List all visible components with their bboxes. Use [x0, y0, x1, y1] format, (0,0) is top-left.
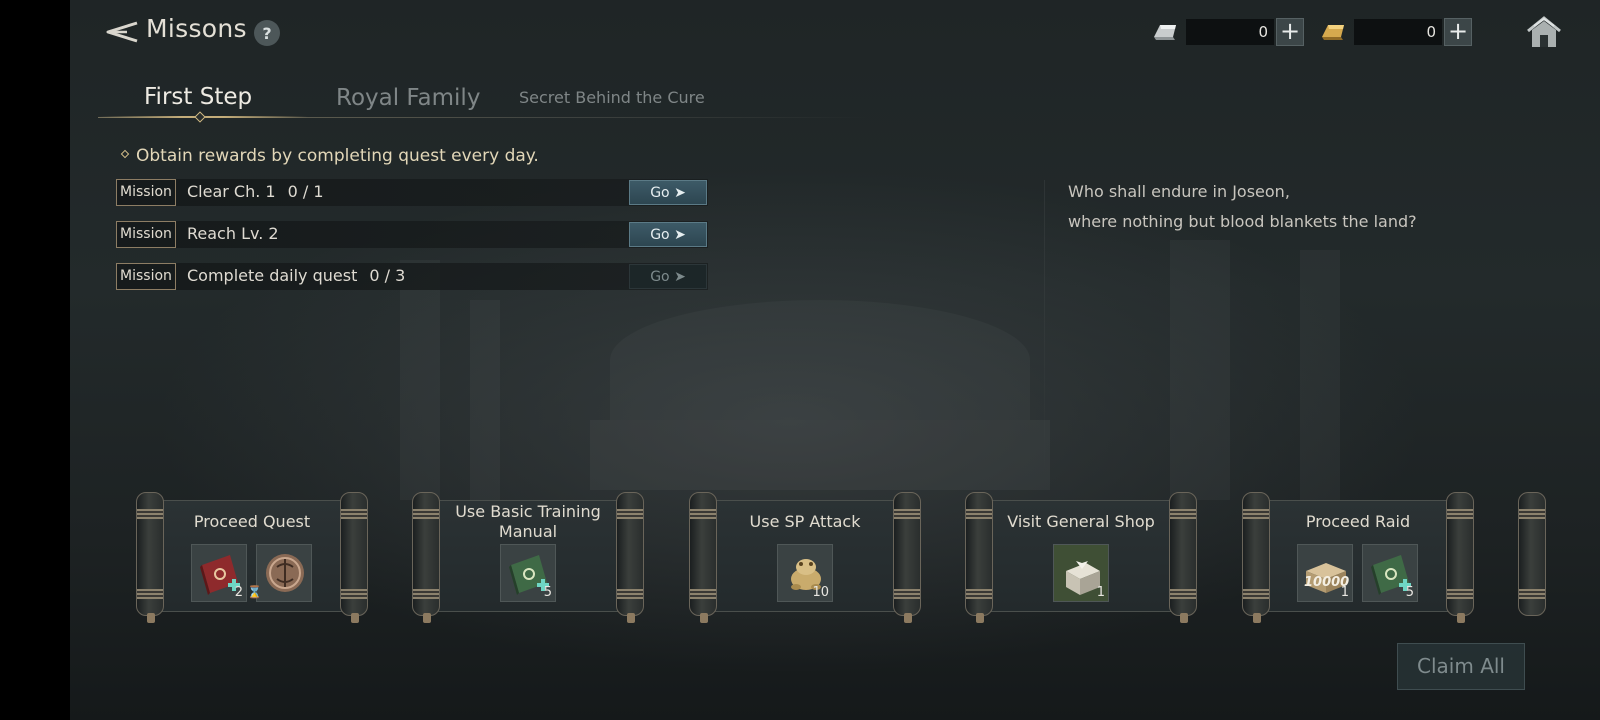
scroll-roller: [689, 492, 717, 623]
go-button[interactable]: Go ➤: [629, 264, 707, 289]
mission-text: Complete daily quest 0 / 3: [187, 266, 405, 285]
story-line: Who shall endure in Joseon,: [1068, 182, 1290, 201]
scroll-roller: [893, 492, 921, 623]
reward-qty: 2: [234, 585, 243, 600]
reward-slot[interactable]: 1: [1053, 544, 1109, 602]
silver-amount: 0: [1186, 19, 1274, 45]
reward-slot[interactable]: 10000 1: [1297, 544, 1353, 602]
home-icon: [1527, 16, 1561, 47]
tab-royal-family[interactable]: Royal Family: [336, 85, 480, 111]
reward-card[interactable]: Proceed Raid 10000 1 5: [1242, 492, 1474, 627]
bg-palace-roof: [610, 300, 1030, 420]
scroll-roller: [1242, 492, 1270, 623]
go-button[interactable]: Go ➤: [629, 222, 707, 247]
mission-tag: Mission: [116, 179, 176, 206]
active-tab-diamond-icon: [194, 111, 206, 123]
story-line: where nothing but blood blankets the lan…: [1068, 212, 1417, 231]
go-button[interactable]: Go ➤: [629, 180, 707, 205]
tab-first-step[interactable]: First Step: [144, 84, 252, 110]
bg-pillar: [400, 260, 440, 500]
scroll-roller: [1169, 492, 1197, 623]
page-title: Missons: [146, 14, 247, 43]
reward-qty: 5: [543, 585, 552, 600]
mission-tag: Mission: [116, 221, 176, 248]
mission-tag: Mission: [116, 263, 176, 290]
scroll-roller: [340, 492, 368, 623]
add-silver-button[interactable]: +: [1276, 18, 1304, 46]
bg-pillar: [1300, 250, 1340, 500]
mission-progress: 0 / 1: [287, 182, 324, 201]
mission-row: Mission Reach Lv. 2 Go ➤: [116, 221, 708, 248]
mission-row: Mission Complete daily quest 0 / 3 Go ➤: [116, 263, 708, 290]
back-arrow-icon: [106, 21, 138, 43]
mission-name: Complete daily quest: [187, 266, 358, 285]
mission-progress: 0 / 3: [369, 266, 406, 285]
reward-card[interactable]: Use SP Attack 10: [689, 492, 921, 627]
scroll-roller: [136, 492, 164, 623]
go-label: Go: [650, 269, 670, 285]
card-title: Use SP Attack: [749, 512, 861, 531]
mission-row: Mission Clear Ch. 1 0 / 1 Go ➤: [116, 179, 708, 206]
currency-silver: 0 +: [1150, 17, 1304, 47]
reward-slot[interactable]: 5: [1362, 544, 1418, 602]
silver-ingot-icon: [1150, 17, 1180, 47]
next-card-roller: [1518, 492, 1546, 616]
reward-slot[interactable]: 10: [777, 544, 833, 602]
mission-text: Clear Ch. 1 0 / 1: [187, 182, 324, 201]
reward-card[interactable]: Proceed Quest 2 ⌛: [136, 492, 368, 627]
go-label: Go: [650, 227, 670, 243]
info-line: Obtain rewards by completing quest every…: [118, 146, 539, 166]
gold-ingot-icon: [1318, 17, 1348, 47]
scroll-roller: [965, 492, 993, 623]
card-title: Visit General Shop: [1007, 512, 1155, 531]
diamond-bullet-icon: [120, 149, 130, 159]
add-gold-button[interactable]: +: [1444, 18, 1472, 46]
card-title: Use Basic Training Manual: [455, 502, 601, 541]
help-button[interactable]: ?: [254, 20, 280, 46]
reward-slot[interactable]: 2: [191, 544, 247, 602]
claim-all-button[interactable]: Claim All: [1397, 643, 1525, 690]
go-arrow-icon: ➤: [674, 269, 686, 285]
card-title: Proceed Raid: [1305, 512, 1411, 531]
back-button[interactable]: [104, 14, 140, 50]
reward-slot[interactable]: 5: [500, 544, 556, 602]
reward-qty: 1: [1096, 585, 1105, 600]
bg-palace-base: [590, 420, 1050, 490]
bg-pillar: [1170, 240, 1230, 500]
go-arrow-icon: ➤: [674, 185, 686, 201]
story-divider: [1044, 180, 1045, 480]
mission-name: Reach Lv. 2: [187, 224, 279, 243]
bronze-coin-icon: [266, 554, 304, 592]
go-arrow-icon: ➤: [674, 227, 686, 243]
home-button[interactable]: [1526, 14, 1562, 50]
info-text: Obtain rewards by completing quest every…: [136, 146, 539, 166]
currency-gold: 0 +: [1318, 17, 1472, 47]
reward-card[interactable]: Use Basic Training Manual 5: [412, 492, 644, 627]
card-title: Proceed Quest: [193, 512, 311, 531]
reward-card[interactable]: Visit General Shop 1: [965, 492, 1197, 627]
tab-secret-behind-the-cure[interactable]: Secret Behind the Cure: [519, 88, 705, 107]
reward-qty: 10: [812, 585, 829, 600]
bg-pillar: [470, 300, 500, 500]
gold-amount: 0: [1354, 19, 1442, 45]
go-label: Go: [650, 185, 670, 201]
story-text: Who shall endure in Joseon, where nothin…: [1068, 177, 1417, 237]
reward-qty: 5: [1405, 585, 1414, 600]
mission-name: Clear Ch. 1: [187, 182, 276, 201]
missions-screen: Missons ? 0 + 0 + First Step Royal Famil…: [70, 0, 1600, 720]
reward-slot[interactable]: ⌛: [247, 544, 312, 602]
mission-text: Reach Lv. 2: [187, 224, 291, 243]
scroll-roller: [1446, 492, 1474, 623]
reward-qty: 1: [1340, 585, 1349, 600]
hourglass-icon: ⌛: [247, 585, 262, 599]
